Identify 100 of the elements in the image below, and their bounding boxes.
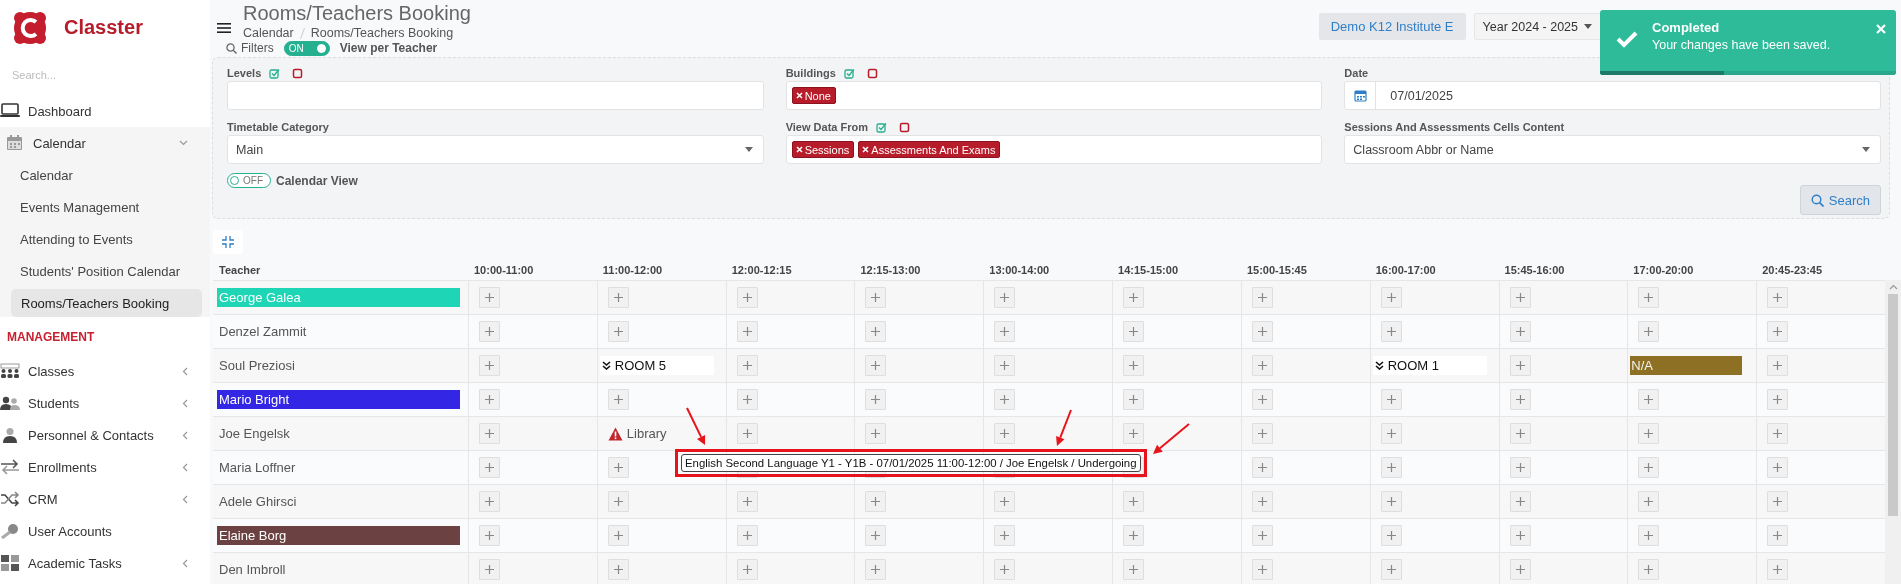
toggle-switch[interactable]: OFF bbox=[227, 173, 271, 188]
add-button[interactable] bbox=[1380, 287, 1402, 308]
tag[interactable]: Assessments And Exams bbox=[858, 141, 1001, 158]
multi-select-field[interactable]: Sessions Assessments And Exams bbox=[785, 135, 1323, 164]
add-button[interactable] bbox=[736, 287, 758, 308]
add-button[interactable] bbox=[1123, 423, 1145, 444]
add-button[interactable] bbox=[1509, 389, 1531, 410]
square-icon[interactable] bbox=[899, 122, 910, 133]
add-button[interactable] bbox=[1767, 389, 1789, 410]
nav-subitem[interactable]: Calendar bbox=[0, 159, 210, 191]
scrollbar[interactable] bbox=[1885, 280, 1901, 584]
add-button[interactable] bbox=[1638, 457, 1660, 478]
add-button[interactable] bbox=[1509, 559, 1531, 580]
add-button[interactable] bbox=[607, 321, 629, 342]
add-button[interactable] bbox=[994, 491, 1016, 512]
add-button[interactable] bbox=[1251, 321, 1273, 342]
add-button[interactable] bbox=[736, 321, 758, 342]
add-button[interactable] bbox=[479, 525, 500, 546]
add-button[interactable] bbox=[1767, 423, 1789, 444]
add-button[interactable] bbox=[736, 559, 758, 580]
add-button[interactable] bbox=[479, 287, 500, 308]
nav-subitem[interactable]: Students' Position Calendar bbox=[0, 255, 210, 287]
add-button[interactable] bbox=[1509, 423, 1531, 444]
breadcrumb-link[interactable]: Calendar bbox=[243, 26, 294, 40]
add-button[interactable] bbox=[736, 491, 758, 512]
add-button[interactable] bbox=[479, 457, 500, 478]
nav-item[interactable]: CRM bbox=[0, 483, 210, 515]
multi-select-field[interactable]: None bbox=[785, 81, 1323, 110]
add-button[interactable] bbox=[1638, 321, 1660, 342]
check-square-icon[interactable] bbox=[269, 68, 281, 79]
add-button[interactable] bbox=[607, 287, 629, 308]
add-button[interactable] bbox=[1380, 389, 1402, 410]
add-button[interactable] bbox=[1380, 559, 1402, 580]
date-field[interactable]: 07/01/2025 bbox=[1344, 81, 1881, 110]
add-button[interactable] bbox=[1123, 321, 1145, 342]
add-button[interactable] bbox=[1251, 389, 1273, 410]
add-button[interactable] bbox=[865, 321, 887, 342]
add-button[interactable] bbox=[994, 559, 1016, 580]
add-button[interactable] bbox=[865, 559, 887, 580]
add-button[interactable] bbox=[479, 321, 500, 342]
add-button[interactable] bbox=[1767, 491, 1789, 512]
add-button[interactable] bbox=[1380, 423, 1402, 444]
add-button[interactable] bbox=[1638, 423, 1660, 444]
nav-item[interactable]: Enrollments bbox=[0, 451, 210, 483]
add-button[interactable] bbox=[1509, 355, 1531, 376]
add-button[interactable] bbox=[1380, 457, 1402, 478]
nav-item[interactable]: User Accounts bbox=[0, 515, 210, 547]
nav-item[interactable]: Students bbox=[0, 387, 210, 419]
add-button[interactable] bbox=[1251, 457, 1273, 478]
add-button[interactable] bbox=[1123, 525, 1145, 546]
room-chip[interactable]: ROOM 5 bbox=[599, 356, 714, 375]
add-button[interactable] bbox=[1251, 423, 1273, 444]
square-icon[interactable] bbox=[292, 68, 304, 79]
add-button[interactable] bbox=[994, 355, 1016, 376]
add-button[interactable] bbox=[1251, 287, 1273, 308]
add-button[interactable] bbox=[1767, 525, 1789, 546]
add-button[interactable] bbox=[1251, 559, 1273, 580]
close-icon[interactable] bbox=[1876, 24, 1886, 34]
add-button[interactable] bbox=[1509, 287, 1531, 308]
add-button[interactable] bbox=[865, 389, 887, 410]
add-button[interactable] bbox=[479, 355, 500, 376]
add-button[interactable] bbox=[1380, 321, 1402, 342]
add-button[interactable] bbox=[1123, 491, 1145, 512]
dropdown-field[interactable]: Main bbox=[227, 135, 764, 164]
add-button[interactable] bbox=[607, 457, 629, 478]
menu-icon[interactable] bbox=[217, 22, 231, 34]
add-button[interactable] bbox=[1380, 491, 1402, 512]
add-button[interactable] bbox=[607, 389, 629, 410]
add-button[interactable] bbox=[1509, 491, 1531, 512]
add-button[interactable] bbox=[607, 559, 629, 580]
add-button[interactable] bbox=[736, 423, 758, 444]
add-button[interactable] bbox=[994, 287, 1016, 308]
nav-item[interactable]: Academic Tasks bbox=[0, 547, 210, 579]
add-button[interactable] bbox=[736, 389, 758, 410]
add-button[interactable] bbox=[1251, 525, 1273, 546]
add-button[interactable] bbox=[1767, 355, 1789, 376]
add-button[interactable] bbox=[479, 389, 500, 410]
nav-item[interactable]: Classes bbox=[0, 355, 210, 387]
add-button[interactable] bbox=[1767, 457, 1789, 478]
add-button[interactable] bbox=[994, 321, 1016, 342]
multi-select-field[interactable] bbox=[227, 81, 764, 110]
add-button[interactable] bbox=[994, 389, 1016, 410]
add-button[interactable] bbox=[607, 491, 629, 512]
add-button[interactable] bbox=[479, 423, 500, 444]
year-dropdown[interactable]: Year 2024 - 2025 bbox=[1473, 13, 1601, 40]
add-button[interactable] bbox=[1251, 491, 1273, 512]
add-button[interactable] bbox=[1767, 559, 1789, 580]
add-button[interactable] bbox=[865, 423, 887, 444]
add-button[interactable] bbox=[1638, 491, 1660, 512]
add-button[interactable] bbox=[1509, 525, 1531, 546]
filters-link[interactable]: Filters bbox=[226, 41, 274, 55]
add-button[interactable] bbox=[994, 423, 1016, 444]
add-button[interactable] bbox=[865, 525, 887, 546]
check-square-icon[interactable] bbox=[843, 68, 855, 79]
add-button[interactable] bbox=[736, 355, 758, 376]
add-button[interactable] bbox=[865, 287, 887, 308]
add-button[interactable] bbox=[1123, 355, 1145, 376]
nav-item[interactable]: Calendar bbox=[0, 127, 210, 159]
nav-item[interactable]: Personnel & Contacts bbox=[0, 419, 210, 451]
add-button[interactable] bbox=[1638, 287, 1660, 308]
